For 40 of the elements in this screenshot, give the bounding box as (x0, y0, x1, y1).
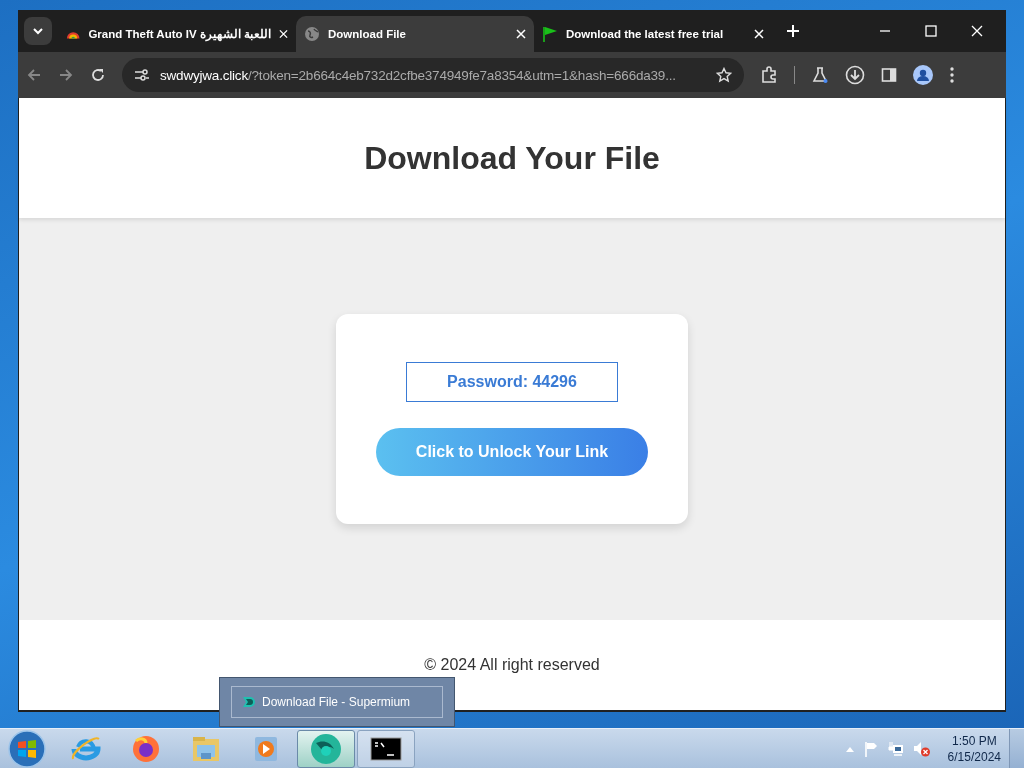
menu-icon[interactable] (949, 66, 955, 84)
flag-icon (542, 26, 558, 42)
muted-speaker-icon[interactable] (912, 740, 931, 757)
forward-icon[interactable] (58, 67, 74, 83)
password-box: Password: 44296 (406, 362, 618, 402)
page-heading: Download Your File (364, 139, 660, 177)
close-tab-icon[interactable] (279, 29, 288, 39)
site-settings-icon[interactable] (134, 67, 150, 83)
show-desktop-button[interactable] (1009, 728, 1024, 768)
new-tab-icon[interactable] (786, 24, 800, 38)
profile-icon[interactable] (913, 65, 933, 85)
preview-item[interactable]: Download File - Supermium (231, 686, 443, 718)
close-tab-icon[interactable] (754, 29, 764, 39)
browser-tab[interactable]: Grand Theft Auto IV اللعبة الشهيرة (58, 16, 296, 52)
network-icon[interactable] (887, 740, 904, 757)
close-tab-icon[interactable] (516, 29, 526, 39)
clock-time[interactable]: 1:50 PM (951, 732, 997, 749)
clock-date[interactable]: 6/15/2024 (947, 748, 1001, 765)
chevron-icon (32, 27, 44, 35)
address-bar[interactable]: swdwyjwa.click/?token=2b664c4eb732d2cfbe374949fe7a8354&utm=1&hash=666da39... (122, 58, 744, 92)
download-icon[interactable] (845, 65, 865, 85)
flask-icon[interactable] (811, 66, 829, 84)
maximize-icon[interactable] (924, 24, 938, 38)
browser-tab[interactable]: Download File (296, 16, 534, 52)
back-icon[interactable] (26, 67, 42, 83)
close-icon[interactable] (970, 24, 984, 38)
taskbar-button[interactable] (357, 729, 415, 768)
preview-title: Download File - Supermium (262, 695, 411, 709)
extensions-icon[interactable] (760, 66, 778, 84)
taskbar-button[interactable] (297, 729, 355, 768)
copyright-text: © 2024 All right reserved (424, 656, 600, 674)
tab-search-button[interactable] (24, 17, 52, 45)
side-panel-icon[interactable] (881, 67, 897, 83)
star-icon[interactable] (716, 67, 732, 83)
reload-icon[interactable] (90, 67, 106, 83)
browser-tab[interactable]: Download the latest free trial (534, 16, 772, 52)
app-icon (242, 696, 256, 708)
start-button[interactable] (7, 728, 47, 768)
url-text: swdwyjwa.click/?token=2b664c4eb732d2cfbe374949fe7a8354&utm=1&hash=666da39... (160, 67, 677, 83)
globe-icon (304, 26, 320, 42)
